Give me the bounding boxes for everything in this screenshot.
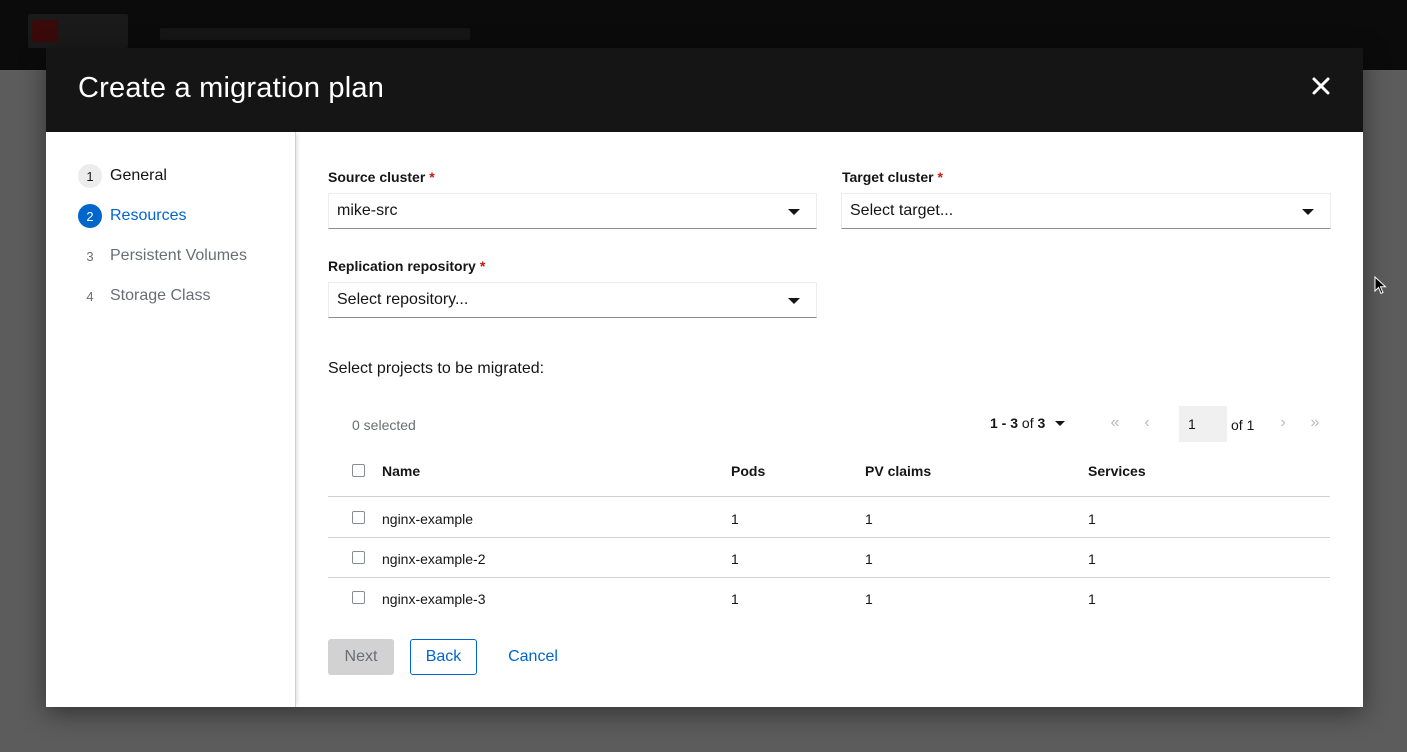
table-header-row: Name Pods PV claims Services [328, 444, 1330, 497]
column-header-pv-claims[interactable]: PV claims [865, 463, 931, 479]
required-mark: * [429, 169, 435, 185]
replication-repository-label-text: Replication repository [328, 258, 476, 274]
cell-pv-claims: 1 [865, 511, 873, 527]
wizard-content: Source cluster * mike-src Target cluster *… [328, 132, 1331, 707]
range-of: of [1021, 415, 1034, 431]
migration-plan-modal: Create a migration plan 1 General 2 Reso… [46, 48, 1363, 707]
first-page-icon[interactable]: « [1105, 413, 1125, 433]
cell-pv-claims: 1 [865, 591, 873, 607]
step-label: Storage Class [110, 287, 211, 304]
step-number: 2 [78, 204, 102, 228]
wizard-nav: 1 General 2 Resources 3 Persistent Volum… [46, 132, 296, 707]
step-number: 4 [86, 288, 94, 304]
mouse-cursor-icon [1374, 276, 1387, 295]
next-page-icon[interactable]: › [1273, 413, 1293, 433]
replication-repository-select[interactable]: Select repository... [328, 282, 817, 318]
caret-down-icon [1302, 209, 1314, 215]
table-row: nginx-example 1 1 1 [328, 498, 1330, 538]
wizard-nav-item-storage-class[interactable]: 4 Storage Class [78, 284, 211, 308]
step-number: 3 [86, 248, 94, 264]
required-mark: * [937, 169, 943, 185]
cell-name: nginx-example [382, 511, 474, 527]
page-of-total: of 1 [1231, 417, 1255, 433]
background-logo [28, 14, 128, 48]
required-mark: * [479, 258, 486, 274]
modal-header: Create a migration plan [46, 48, 1363, 132]
cancel-button[interactable]: Cancel [498, 639, 568, 675]
column-header-name[interactable]: Name [382, 463, 420, 479]
caret-down-icon [788, 209, 800, 215]
page-number-input[interactable] [1179, 406, 1227, 442]
wizard-nav-item-general[interactable]: 1 General [78, 164, 167, 188]
target-cluster-select[interactable]: Select target... [841, 193, 1331, 229]
select-all-checkbox[interactable] [352, 464, 365, 477]
cell-services: 1 [1088, 511, 1096, 527]
table-row: nginx-example-2 1 1 1 [328, 538, 1330, 578]
step-label: General [110, 167, 167, 184]
row-checkbox[interactable] [352, 551, 365, 564]
wizard-nav-item-resources[interactable]: 2 Resources [78, 204, 186, 228]
target-cluster-label: Target cluster * [842, 169, 943, 185]
caret-down-icon [1055, 420, 1066, 426]
replication-repository-label: Replication repository * [328, 258, 485, 274]
selected-count: 0 selected [352, 417, 416, 433]
cell-pods: 1 [731, 511, 739, 527]
table-row: nginx-example-3 1 1 1 [328, 578, 1330, 618]
cell-name: nginx-example-3 [382, 591, 486, 607]
close-icon[interactable] [1309, 74, 1333, 98]
step-label: Resources [110, 207, 187, 224]
previous-page-icon[interactable]: ‹ [1137, 413, 1157, 433]
caret-down-icon [788, 298, 800, 304]
replication-repository-value: Select repository... [337, 291, 469, 308]
pagination-range-toggle[interactable]: 1 - 3 of 3 [990, 415, 1066, 431]
range-total: 3 [1037, 415, 1046, 431]
modal-title: Create a migration plan [78, 72, 385, 104]
back-button[interactable]: Back [410, 639, 477, 675]
last-page-icon[interactable]: » [1305, 413, 1325, 433]
cell-pv-claims: 1 [865, 551, 873, 567]
cell-services: 1 [1088, 591, 1096, 607]
source-cluster-value: mike-src [337, 202, 398, 219]
target-cluster-value: Select target... [850, 202, 954, 219]
step-label: Persistent Volumes [110, 247, 247, 264]
source-cluster-select[interactable]: mike-src [328, 193, 817, 229]
range-start-end: 1 - 3 [990, 415, 1019, 431]
background-title [160, 28, 470, 40]
column-header-pods[interactable]: Pods [731, 463, 765, 479]
row-checkbox[interactable] [352, 511, 365, 524]
wizard-nav-item-persistent-volumes[interactable]: 3 Persistent Volumes [78, 244, 247, 268]
step-number: 1 [78, 164, 102, 188]
column-header-services[interactable]: Services [1088, 463, 1146, 479]
next-button[interactable]: Next [328, 639, 394, 675]
cell-services: 1 [1088, 551, 1096, 567]
row-checkbox[interactable] [352, 591, 365, 604]
cell-name: nginx-example-2 [382, 551, 486, 567]
target-cluster-label-text: Target cluster [842, 169, 934, 185]
cell-pods: 1 [731, 591, 739, 607]
projects-prompt: Select projects to be migrated: [328, 360, 545, 377]
cell-pods: 1 [731, 551, 739, 567]
modal-body: 1 General 2 Resources 3 Persistent Volum… [46, 132, 1363, 707]
source-cluster-label: Source cluster * [328, 169, 435, 185]
source-cluster-label-text: Source cluster [328, 169, 426, 185]
